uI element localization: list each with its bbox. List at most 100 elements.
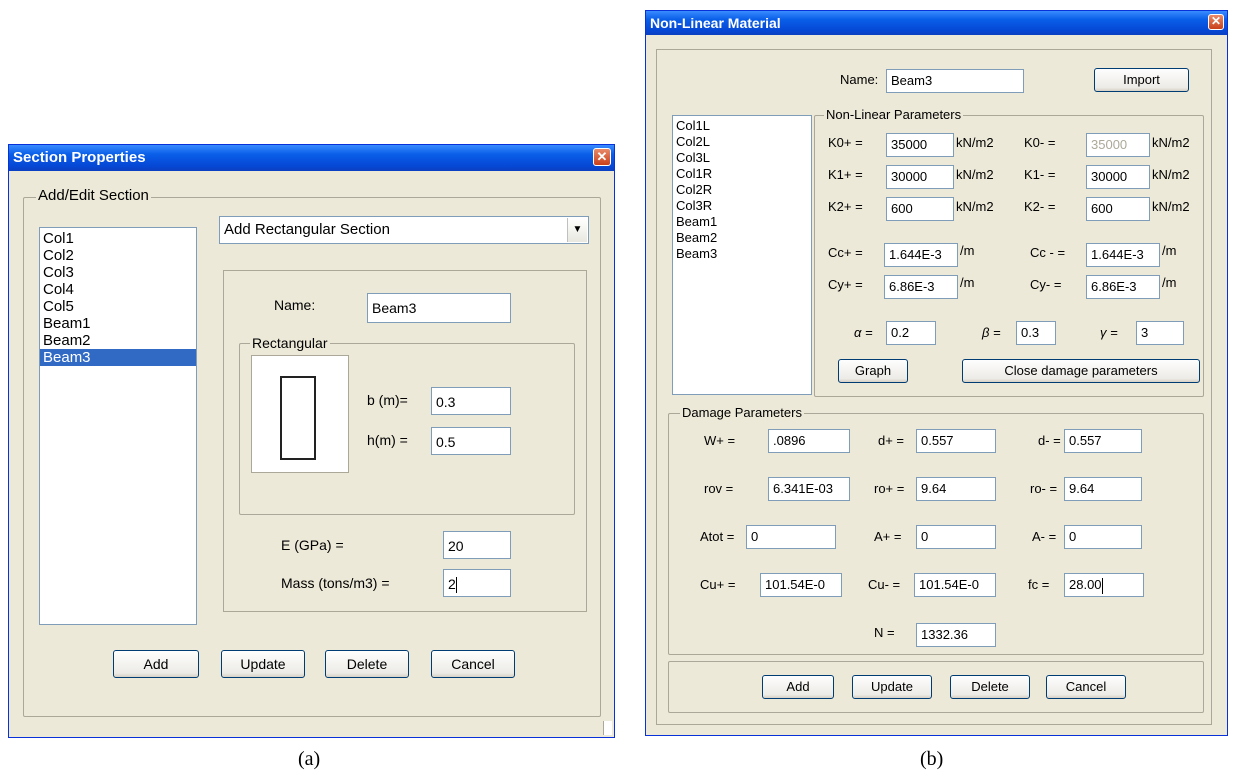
rov-field[interactable]: 6.341E-03 <box>768 477 850 501</box>
wp-field[interactable]: .0896 <box>768 429 850 453</box>
update-button[interactable]: Update <box>852 675 932 699</box>
delete-button[interactable]: Delete <box>950 675 1030 699</box>
non-linear-material-titlebar[interactable]: Non-Linear Material <box>646 11 1227 35</box>
am-field[interactable]: 0 <box>1064 525 1142 549</box>
k1p-unit: kN/m2 <box>956 167 994 182</box>
beta-field[interactable]: 0.3 <box>1016 321 1056 345</box>
k1p-label: K1+ = <box>828 167 863 182</box>
update-button[interactable]: Update <box>221 650 305 678</box>
list-item[interactable]: Beam1 <box>673 214 811 230</box>
dp-field[interactable]: 0.557 <box>916 429 996 453</box>
cup-field[interactable]: 101.54E-0 <box>760 573 842 597</box>
section-type-dropdown[interactable]: Add Rectangular Section ▼ <box>219 216 589 244</box>
close-icon[interactable]: ✕ <box>593 148 611 166</box>
cup-label: Cu+ = <box>700 577 736 592</box>
add-button[interactable]: Add <box>113 650 199 678</box>
fc-field[interactable]: 28.00 <box>1064 573 1144 597</box>
fc-label: fc = <box>1028 577 1050 592</box>
import-button[interactable]: Import <box>1094 68 1189 92</box>
k2m-field[interactable]: 600 <box>1086 197 1150 221</box>
cancel-button[interactable]: Cancel <box>431 650 515 678</box>
section-list[interactable]: Col1 Col2 Col3 Col4 Col5 Beam1 Beam2 Beam3 <box>39 227 197 625</box>
section-properties-window: Section Properties ✕ Add/Edit Section Co… <box>8 144 615 738</box>
delete-button[interactable]: Delete <box>325 650 409 678</box>
list-item[interactable]: Col3R <box>673 198 811 214</box>
rom-field[interactable]: 9.64 <box>1064 477 1142 501</box>
section-properties-titlebar[interactable]: Section Properties <box>9 145 614 171</box>
list-item[interactable]: Col4 <box>40 281 196 298</box>
list-item[interactable]: Col1L <box>673 118 811 134</box>
k2p-field[interactable]: 600 <box>886 197 954 221</box>
text-cursor <box>455 577 457 594</box>
rop-field[interactable]: 9.64 <box>916 477 996 501</box>
cyp-unit: /m <box>960 275 975 290</box>
text-cursor <box>1101 577 1103 594</box>
k2m-unit: kN/m2 <box>1152 199 1190 214</box>
fc-value: 28.00 <box>1069 577 1102 592</box>
list-item[interactable]: Beam1 <box>40 315 196 332</box>
e-field[interactable]: 20 <box>443 531 511 559</box>
n-field[interactable]: 1332.36 <box>916 623 996 647</box>
cyp-field[interactable]: 6.86E-3 <box>884 275 958 299</box>
ccm-label: Cc - = <box>1030 245 1066 260</box>
non-linear-material-window: Non-Linear Material ✕ Name: Beam3 Import… <box>645 10 1228 736</box>
atot-label: Atot = <box>700 529 735 544</box>
k1p-field[interactable]: 30000 <box>886 165 954 189</box>
ccp-field[interactable]: 1.644E-3 <box>884 243 958 267</box>
list-item[interactable]: Beam2 <box>40 332 196 349</box>
list-item[interactable]: Col2R <box>673 182 811 198</box>
list-item[interactable]: Col5 <box>40 298 196 315</box>
dm-field[interactable]: 0.557 <box>1064 429 1142 453</box>
close-icon[interactable]: ✕ <box>1208 14 1224 30</box>
add-button[interactable]: Add <box>762 675 834 699</box>
resize-grip[interactable] <box>603 721 612 735</box>
gamma-field[interactable]: 3 <box>1136 321 1184 345</box>
list-item[interactable]: Col1 <box>40 230 196 247</box>
rectangle-shape <box>280 376 316 460</box>
e-label: E (GPa) = <box>281 537 344 553</box>
list-item[interactable]: Beam3 <box>40 349 196 366</box>
list-item[interactable]: Col3 <box>40 264 196 281</box>
cum-field[interactable]: 101.54E-0 <box>914 573 996 597</box>
list-item[interactable]: Col2L <box>673 134 811 150</box>
name-field[interactable]: Beam3 <box>886 69 1024 93</box>
cym-field[interactable]: 6.86E-3 <box>1086 275 1160 299</box>
cyp-label: Cy+ = <box>828 277 863 292</box>
list-item[interactable]: Col3L <box>673 150 811 166</box>
cancel-button[interactable]: Cancel <box>1046 675 1126 699</box>
graph-button[interactable]: Graph <box>838 359 908 383</box>
wp-label: W+ = <box>704 433 736 448</box>
k1m-field[interactable]: 30000 <box>1086 165 1150 189</box>
mass-field[interactable]: 2 <box>443 569 511 597</box>
n-label: N = <box>874 625 895 640</box>
dp-label: d+ = <box>878 433 905 448</box>
alpha-field[interactable]: 0.2 <box>886 321 936 345</box>
b-label: b (m)= <box>367 392 408 408</box>
ap-field[interactable]: 0 <box>916 525 996 549</box>
h-field[interactable]: 0.5 <box>431 427 511 455</box>
ccm-field[interactable]: 1.644E-3 <box>1086 243 1160 267</box>
b-field[interactable]: 0.3 <box>431 387 511 415</box>
window-title: Section Properties <box>13 149 146 166</box>
rectangle-preview <box>251 355 349 473</box>
chevron-down-icon[interactable]: ▼ <box>567 218 587 242</box>
rop-label: ro+ = <box>874 481 905 496</box>
list-item[interactable]: Beam3 <box>673 246 811 262</box>
dm-label: d- = <box>1038 433 1061 448</box>
atot-field[interactable]: 0 <box>746 525 836 549</box>
k0m-unit: kN/m2 <box>1152 135 1190 150</box>
list-item[interactable]: Col2 <box>40 247 196 264</box>
rom-label: ro- = <box>1030 481 1058 496</box>
list-item[interactable]: Col1R <box>673 166 811 182</box>
cum-label: Cu- = <box>868 577 901 592</box>
k0p-field[interactable]: 35000 <box>886 133 954 157</box>
k0p-label: K0+ = <box>828 135 863 150</box>
k2p-label: K2+ = <box>828 199 863 214</box>
name-field[interactable]: Beam3 <box>367 293 511 323</box>
list-item[interactable]: Beam2 <box>673 230 811 246</box>
k0m-field: 35000 <box>1086 133 1150 157</box>
beta-label: β = <box>982 325 1001 340</box>
rov-label: rov = <box>704 481 734 496</box>
material-list[interactable]: Col1L Col2L Col3L Col1R Col2R Col3R Beam1 Beam2… <box>672 115 812 395</box>
close-damage-parameters-button[interactable]: Close damage parameters <box>962 359 1200 383</box>
